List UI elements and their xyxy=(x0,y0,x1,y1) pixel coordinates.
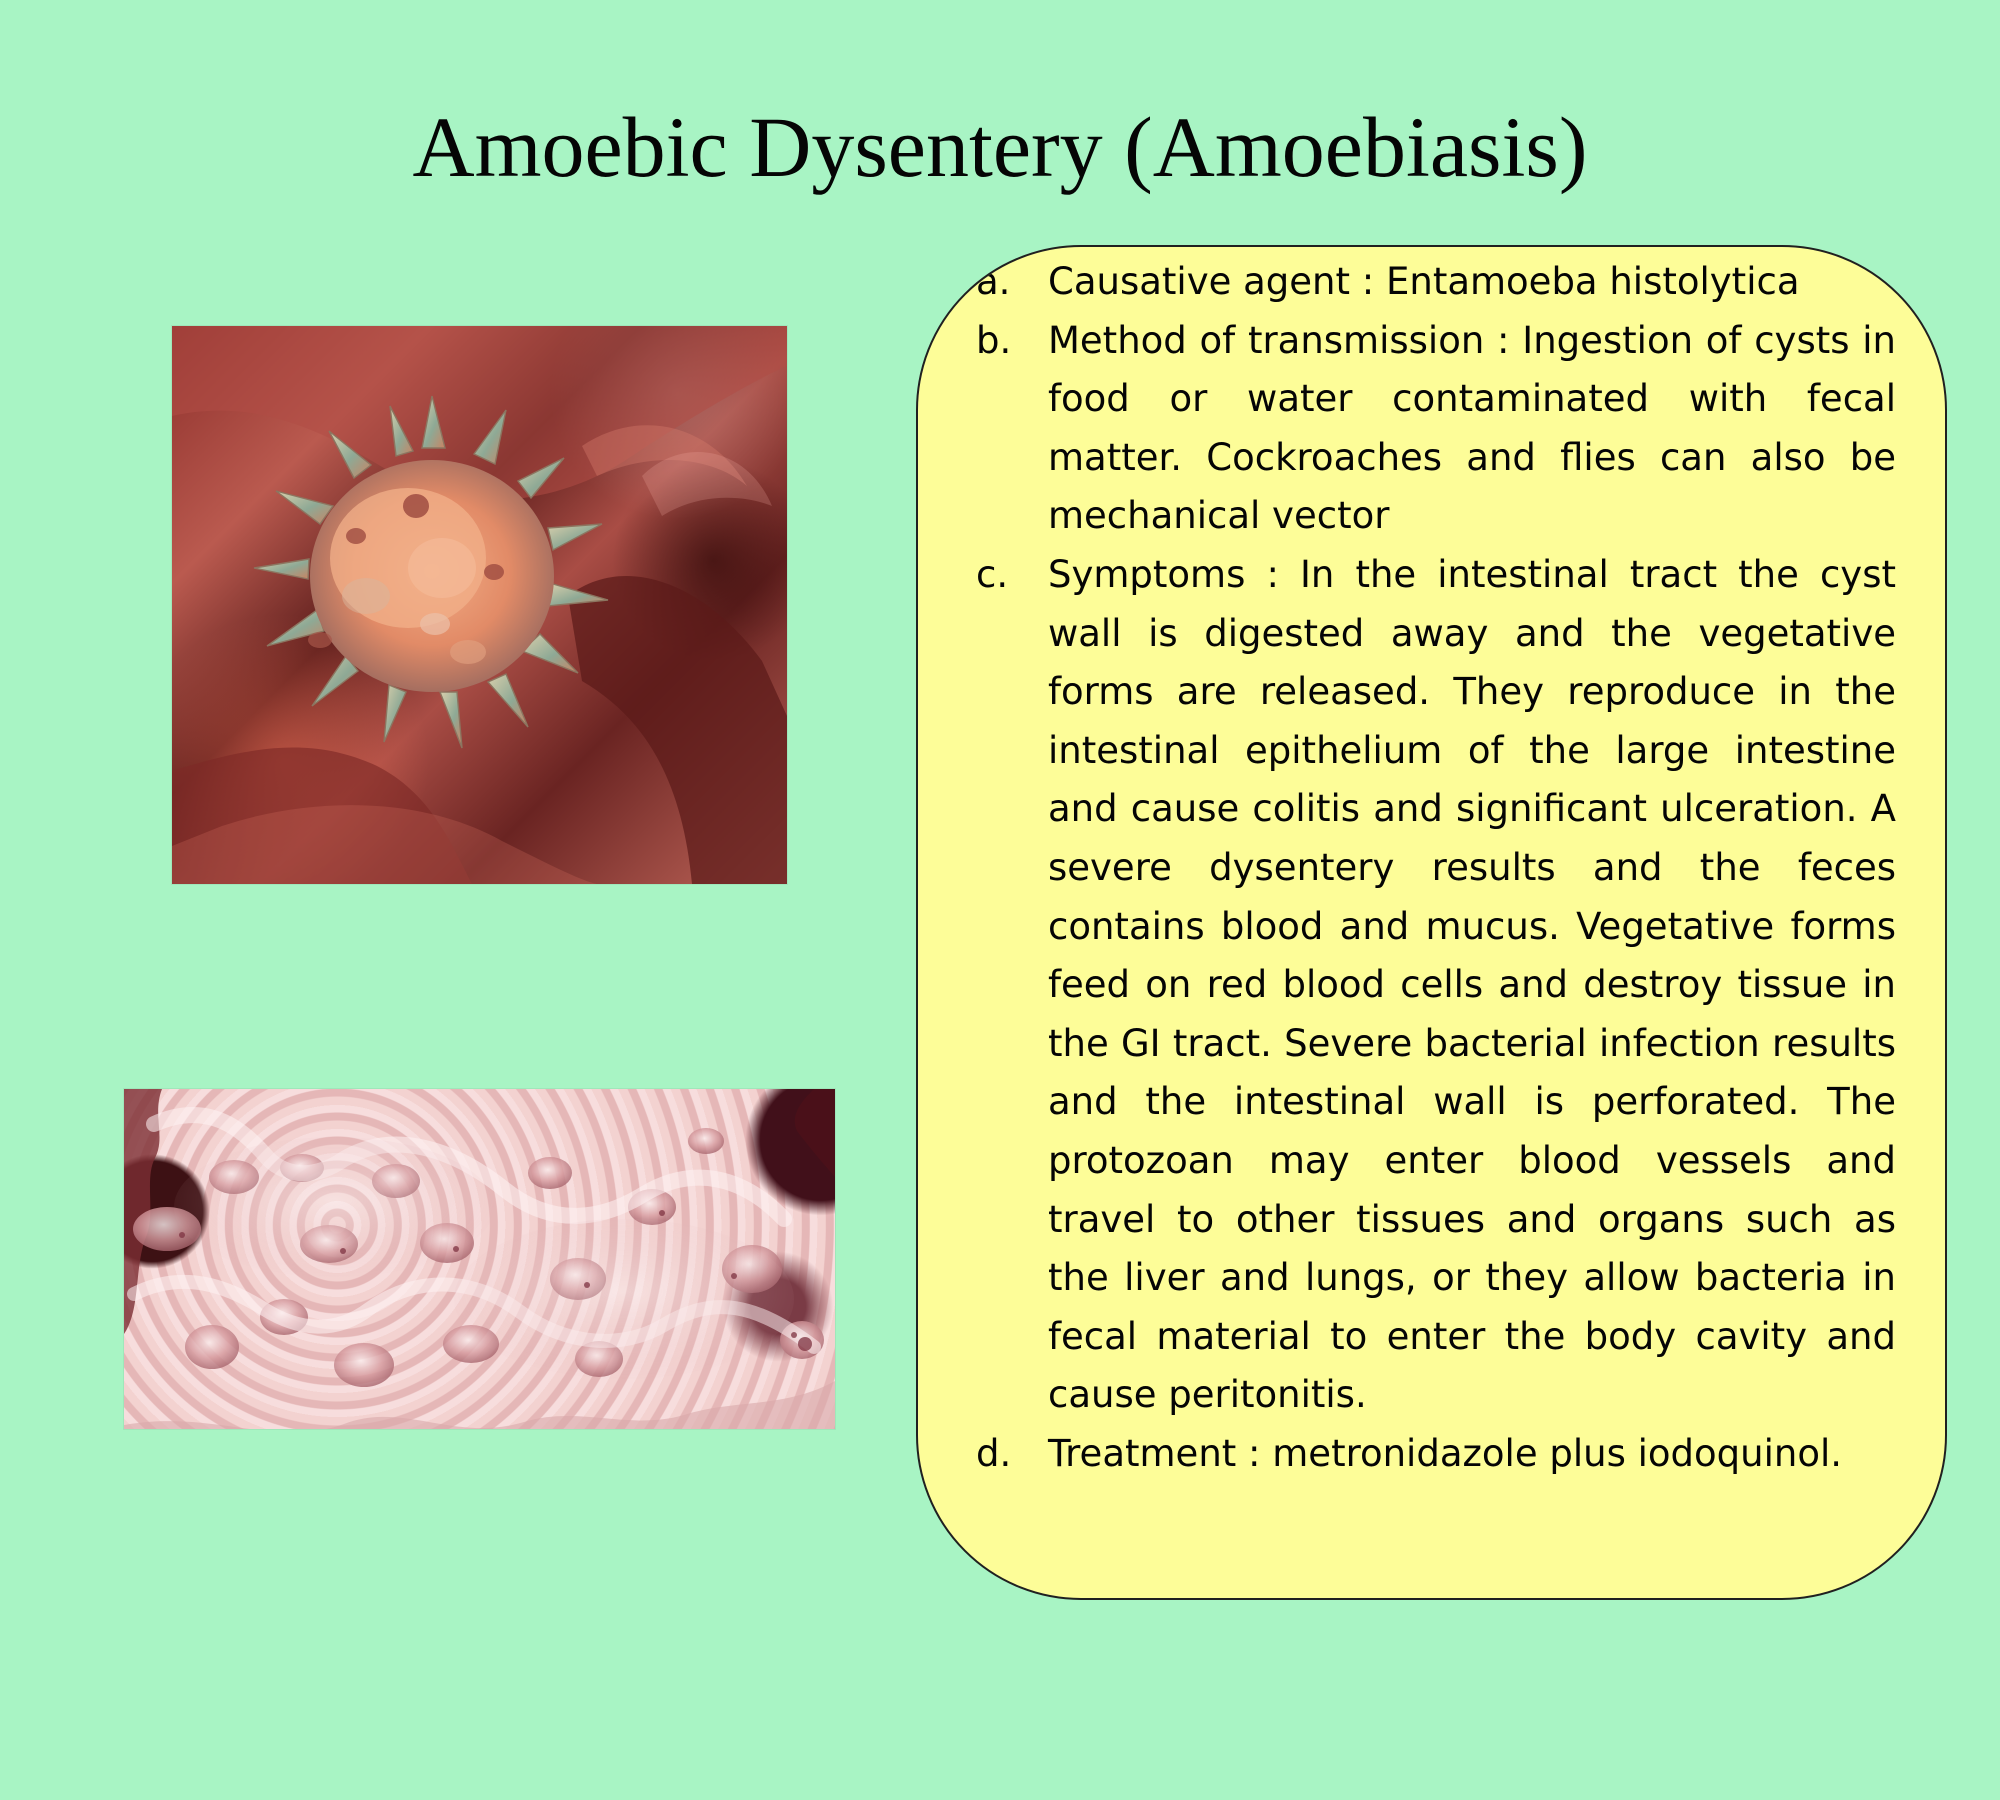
page-title: Amoebic Dysentery (Amoebiasis) xyxy=(412,99,1588,195)
amoeba-illustration xyxy=(172,326,787,884)
list-marker: d. xyxy=(976,1431,1012,1475)
content-box: a. Causative agent : Entamoeba histolyti… xyxy=(916,245,1947,1600)
amoeba-illustration-art xyxy=(172,326,787,884)
list-marker: a. xyxy=(976,260,1011,303)
list-item: d. Treatment : metronidazole plus iodoqu… xyxy=(976,1425,1896,1484)
intestinal-ulcers-art xyxy=(124,1089,835,1429)
list-marker: b. xyxy=(976,318,1012,362)
list-item-text: Treatment : metronidazole plus iodoquino… xyxy=(1048,1431,1843,1475)
list-item-text: Method of transmission : Ingestion of cy… xyxy=(1048,318,1896,538)
intestinal-ulcers-photo xyxy=(124,1089,835,1429)
list-marker: c. xyxy=(976,552,1009,596)
list-item-text: Symptoms : In the intestinal tract the c… xyxy=(1048,552,1896,1417)
list-item: b. Method of transmission : Ingestion of… xyxy=(976,312,1896,546)
list-item-text: Causative agent : Entamoeba histolytica xyxy=(1048,260,1800,303)
list-item: a. Causative agent : Entamoeba histolyti… xyxy=(976,253,1896,312)
list-item: c. Symptoms : In the intestinal tract th… xyxy=(976,546,1896,1425)
info-list: a. Causative agent : Entamoeba histolyti… xyxy=(976,253,1896,1483)
slide: Amoebic Dysentery (Amoebiasis) a. Causat… xyxy=(0,0,2000,1800)
